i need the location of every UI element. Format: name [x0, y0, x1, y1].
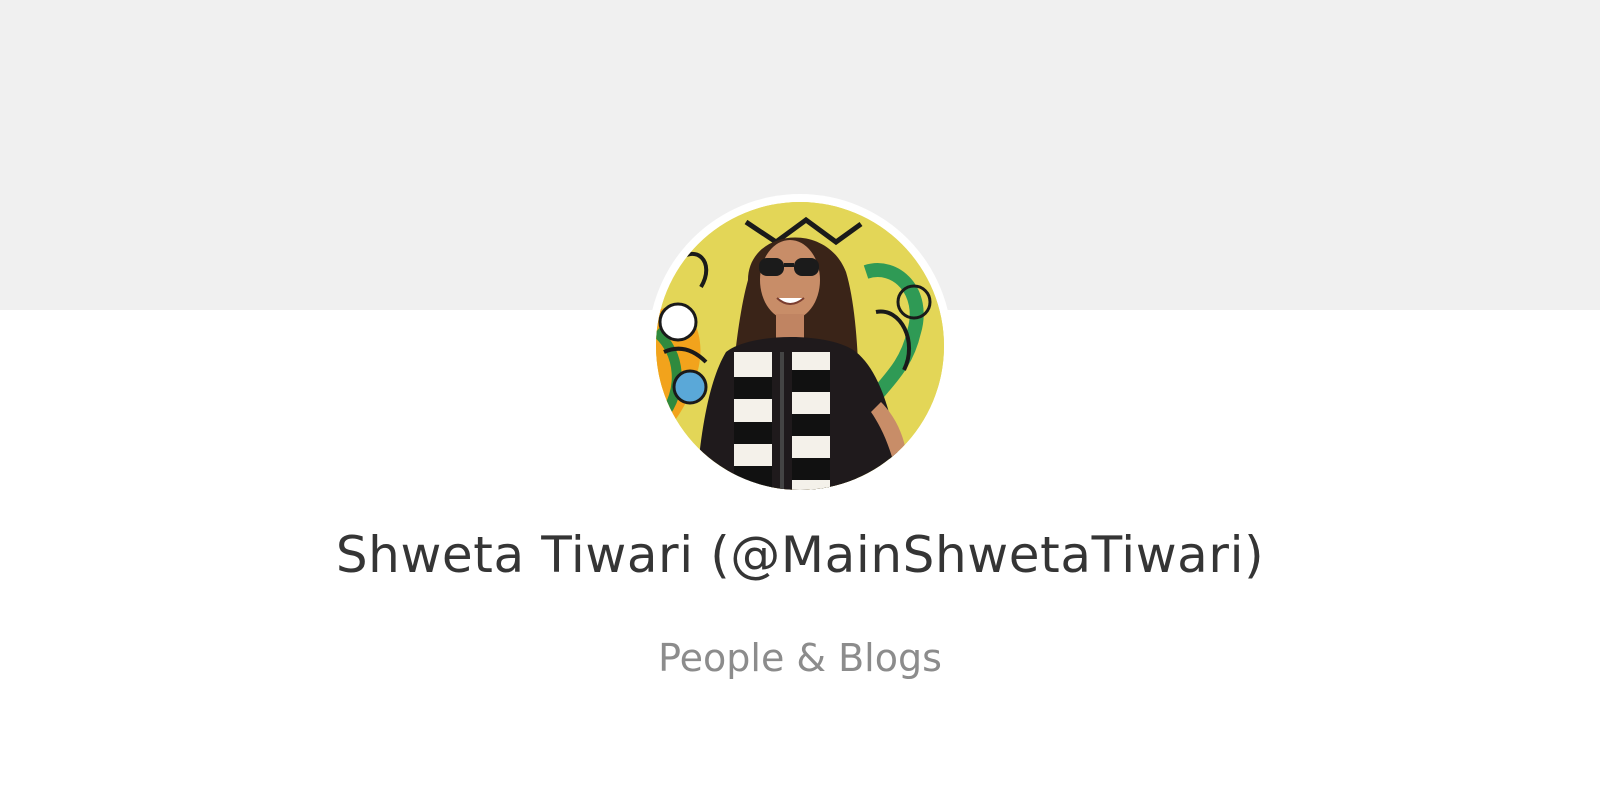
channel-category: People & Blogs	[658, 636, 942, 680]
channel-name: Shweta Tiwari (@MainShwetaTiwari)	[335, 526, 1265, 584]
profile-photo-avatar-icon	[656, 202, 944, 490]
avatar[interactable]	[656, 202, 944, 490]
